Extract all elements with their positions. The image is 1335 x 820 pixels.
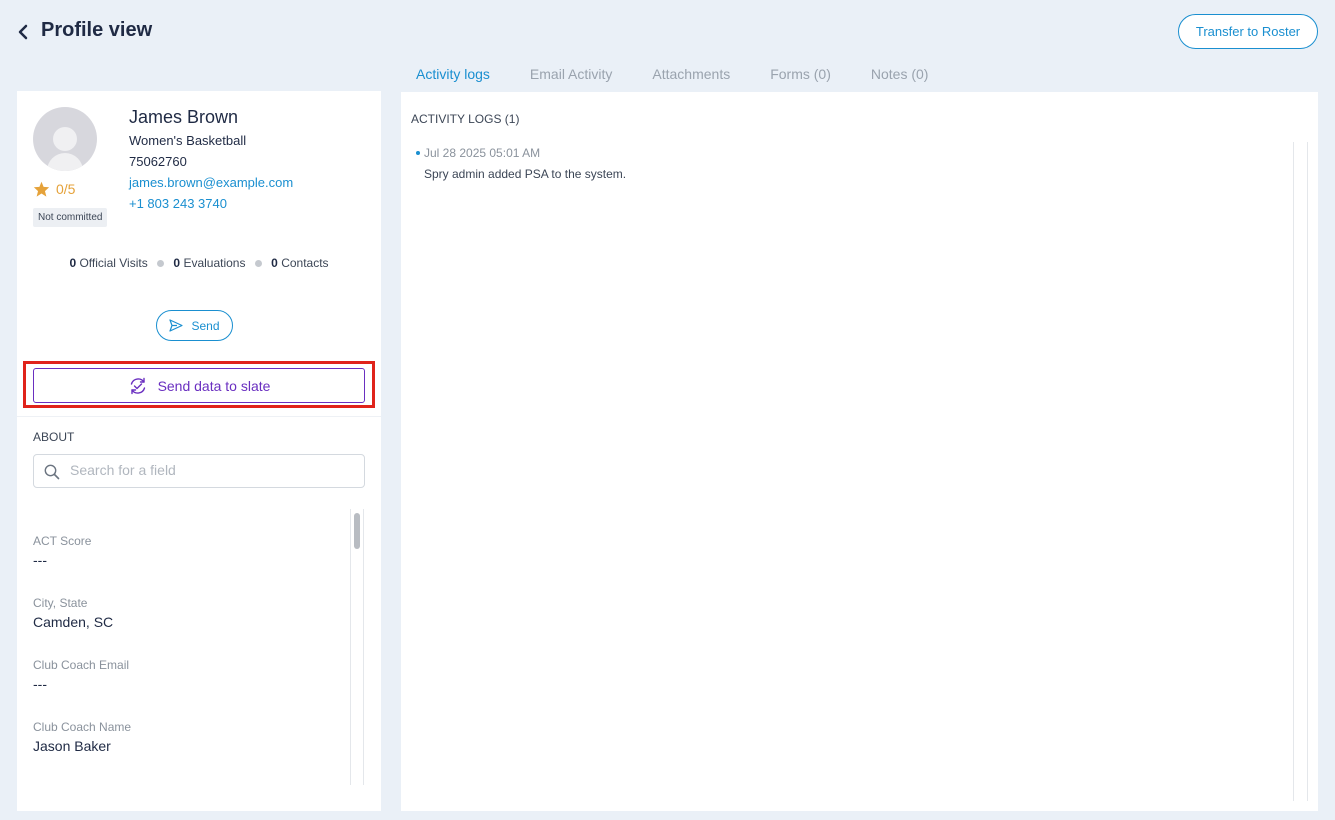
- status-badge: Not committed: [33, 208, 108, 227]
- field-label: ACT Score: [33, 534, 92, 548]
- avatar: [33, 107, 97, 171]
- field-value: ---: [33, 552, 47, 568]
- back-arrow-icon[interactable]: [12, 20, 34, 44]
- about-fields-list: ACT Score --- City, State Camden, SC Clu…: [33, 509, 349, 785]
- field-value: Camden, SC: [33, 614, 114, 630]
- profile-sport: Women's Basketball: [129, 133, 247, 148]
- tab-notes[interactable]: Notes (0): [856, 62, 944, 92]
- evaluations-count: 0: [173, 256, 181, 270]
- field-act-score: ACT Score ---: [33, 534, 91, 568]
- star-icon: [33, 181, 50, 197]
- send-data-to-slate-button[interactable]: Send data to slate: [33, 368, 365, 403]
- tab-bar: Activity logs Email Activity Attachments…: [401, 62, 953, 94]
- profile-id: 75062760: [129, 154, 187, 169]
- official-visits-label: Official Visits: [79, 256, 148, 270]
- tab-attachments[interactable]: Attachments: [637, 62, 745, 92]
- separator-dot: [254, 260, 262, 268]
- tab-forms[interactable]: Forms (0): [755, 62, 846, 92]
- profile-name: James Brown: [129, 107, 239, 127]
- search-icon: [44, 464, 60, 480]
- log-entry-text: Spry admin added PSA to the system.: [424, 167, 627, 181]
- transfer-to-roster-button[interactable]: Transfer to Roster: [1178, 14, 1318, 49]
- official-visits-count: 0: [69, 256, 77, 270]
- search-input[interactable]: [68, 461, 352, 479]
- about-scrollbar[interactable]: [350, 509, 364, 785]
- slate-button-label: Send data to slate: [157, 377, 271, 394]
- star-rating[interactable]: 0/5: [33, 181, 75, 197]
- activity-panel: ACTIVITY LOGS (1) Jul 28 2025 05:01 AM S…: [401, 92, 1318, 811]
- log-entry-date: Jul 28 2025 05:01 AM: [424, 146, 541, 160]
- field-search[interactable]: [33, 454, 365, 488]
- field-club-coach-email: Club Coach Email ---: [33, 658, 129, 692]
- field-club-coach-name: Club Coach Name Jason Baker: [33, 720, 131, 754]
- activity-logs-heading: ACTIVITY LOGS (1): [411, 112, 520, 126]
- field-label: City, State: [33, 596, 88, 610]
- page-title: Profile view: [41, 19, 153, 41]
- tab-activity-logs[interactable]: Activity logs: [401, 62, 505, 94]
- sync-icon: [130, 377, 145, 394]
- contacts-label: Contacts: [281, 256, 329, 270]
- send-icon: [169, 319, 184, 332]
- separator-dot: [157, 260, 165, 268]
- profile-phone-link[interactable]: +1 803 243 3740: [129, 196, 227, 211]
- field-value: ---: [33, 676, 47, 692]
- stats-row: 0 Official Visits 0 Evaluations 0 Contac…: [17, 256, 381, 270]
- avatar-body-shape: [47, 153, 83, 171]
- profile-email-link[interactable]: james.brown@example.com: [129, 175, 293, 190]
- field-value: Jason Baker: [33, 738, 111, 754]
- field-city-state: City, State Camden, SC: [33, 596, 113, 630]
- tab-email-activity[interactable]: Email Activity: [515, 62, 627, 92]
- divider: [17, 416, 381, 417]
- about-heading: ABOUT: [33, 430, 75, 444]
- send-button[interactable]: Send: [156, 310, 233, 341]
- send-button-label: Send: [191, 318, 220, 333]
- field-label: Club Coach Email: [33, 658, 130, 672]
- evaluations-label: Evaluations: [183, 256, 246, 270]
- contacts-count: 0: [271, 256, 278, 270]
- top-bar: Profile view Transfer to Roster: [0, 0, 1335, 62]
- avatar-head-shape: [53, 127, 77, 151]
- scrollbar-thumb[interactable]: [354, 513, 360, 549]
- rating-value: 0/5: [56, 181, 76, 197]
- activity-scrollbar[interactable]: [1293, 142, 1308, 801]
- profile-card: 0/5 Not committed James Brown Women's Ba…: [17, 91, 381, 811]
- field-label: Club Coach Name: [33, 720, 132, 734]
- bullet-dot: [416, 151, 420, 155]
